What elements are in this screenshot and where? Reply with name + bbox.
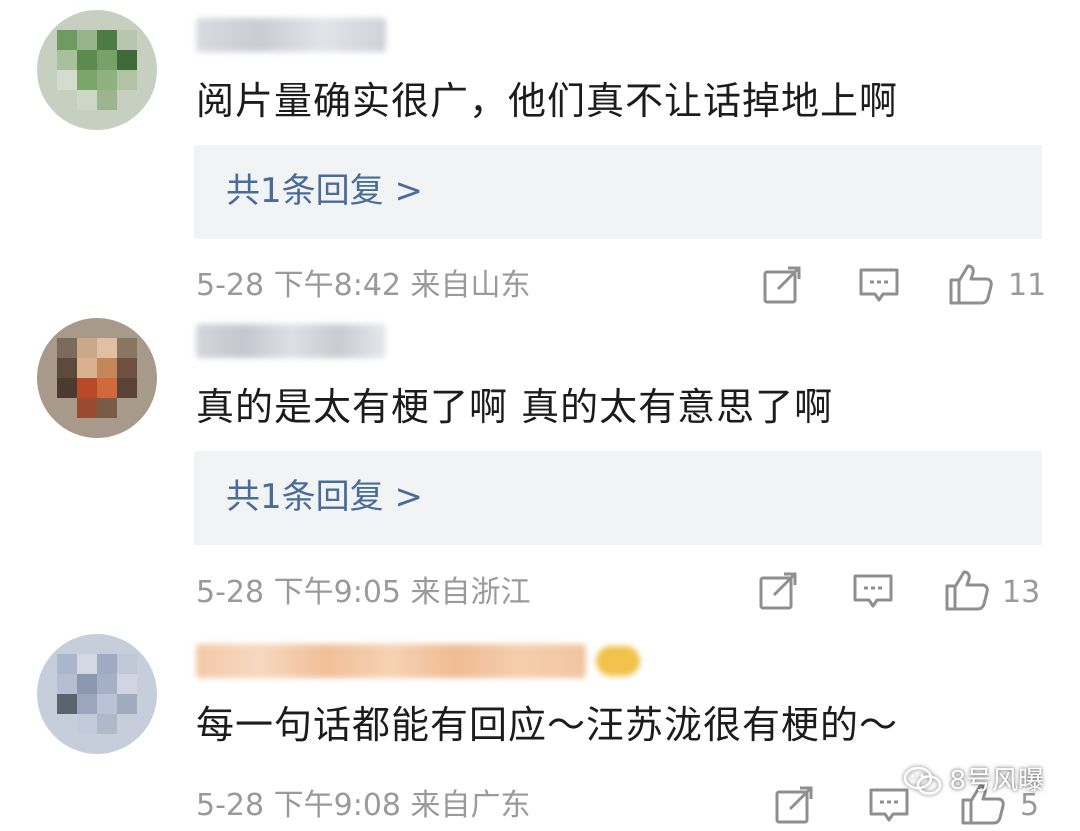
replies-box[interactable]: 共1条回复 > bbox=[194, 451, 1042, 545]
comment-meta: 5-28 下午9:08 来自广东 bbox=[196, 788, 531, 823]
view-replies-link[interactable]: 共1条回复 > bbox=[226, 169, 423, 213]
comment-item: 真的是太有梗了啊 真的太有意思了啊 共1条回复 > 5-28 下午9:05 来自… bbox=[0, 310, 1080, 620]
watermark: 8号风曝 bbox=[903, 765, 1044, 797]
avatar[interactable] bbox=[37, 10, 157, 130]
comment-item: 每一句话都能有回应～汪苏泷很有梗的～ 5-28 下午9:08 来自广东 5 bbox=[0, 620, 1080, 831]
share-icon[interactable] bbox=[774, 784, 816, 826]
comment-text: 真的是太有梗了啊 真的太有意思了啊 bbox=[196, 385, 834, 429]
view-replies-link[interactable]: 共1条回复 > bbox=[226, 475, 423, 519]
username[interactable] bbox=[196, 644, 586, 678]
thumbs-up-icon[interactable] bbox=[948, 262, 994, 306]
avatar[interactable] bbox=[37, 634, 157, 754]
like-count: 11 bbox=[1008, 268, 1047, 303]
avatar[interactable] bbox=[37, 318, 157, 438]
replies-box[interactable]: 共1条回复 > bbox=[194, 145, 1042, 239]
comment-text: 阅片量确实很广，他们真不让话掉地上啊 bbox=[196, 79, 899, 123]
comment-icon[interactable] bbox=[858, 266, 900, 306]
thumbs-up-icon[interactable] bbox=[944, 568, 990, 612]
comment-meta: 5-28 下午9:05 来自浙江 bbox=[196, 575, 531, 610]
share-icon[interactable] bbox=[762, 264, 804, 306]
vip-badge-icon bbox=[596, 646, 640, 676]
watermark-text: 8号风曝 bbox=[949, 766, 1044, 796]
wechat-icon bbox=[904, 766, 942, 795]
comment-text: 每一句话都能有回应～汪苏泷很有梗的～ bbox=[196, 703, 899, 747]
comment-meta: 5-28 下午8:42 来自山东 bbox=[196, 268, 531, 303]
username[interactable] bbox=[196, 324, 386, 358]
like-count: 13 bbox=[1002, 575, 1041, 610]
username[interactable] bbox=[196, 18, 386, 52]
comment-item: 阅片量确实很广，他们真不让话掉地上啊 共1条回复 > 5-28 下午8:42 来… bbox=[0, 0, 1080, 310]
comment-icon[interactable] bbox=[852, 572, 894, 612]
share-icon[interactable] bbox=[758, 570, 800, 612]
